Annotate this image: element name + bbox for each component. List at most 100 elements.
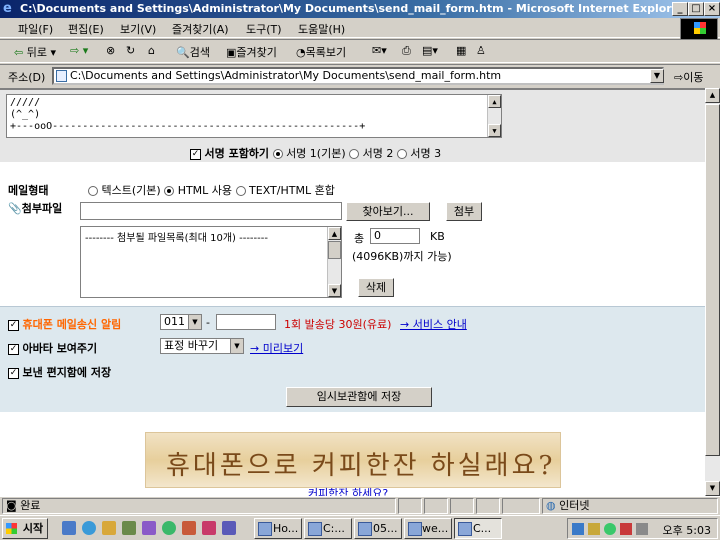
page-done-icon: ◙	[6, 499, 17, 512]
quicklaunch-paint-icon[interactable]	[182, 521, 196, 535]
menu-help[interactable]: 도움말(H)	[298, 21, 345, 37]
minimize-button[interactable]: _	[672, 2, 688, 16]
menu-favorites[interactable]: 즐겨찾기(A)	[172, 21, 229, 37]
tray-volume-icon[interactable]	[636, 523, 648, 535]
refresh-icon[interactable]: ↻	[126, 44, 135, 57]
tray-network-icon[interactable]	[572, 523, 584, 535]
back-arrow-icon: ⇦	[14, 46, 24, 59]
total-size-label: 총	[354, 232, 365, 245]
browse-button[interactable]: 찾아보기...	[346, 202, 430, 221]
total-size-field: 0	[370, 228, 420, 244]
go-button[interactable]: ⇨이동	[674, 69, 703, 85]
format-html-radio[interactable]	[164, 186, 175, 196]
tray-pen-icon[interactable]	[588, 523, 600, 535]
signature-scrollbar[interactable]: ▲ ▼	[487, 95, 501, 137]
include-signature-checkbox[interactable]: ✓	[190, 148, 201, 160]
close-button[interactable]: ×	[704, 2, 720, 16]
scroll-up-button[interactable]: ▲	[705, 88, 720, 103]
quicklaunch-ie-icon[interactable]	[82, 521, 96, 535]
banner-text: 휴대폰으로 커피한잔 하실래요?	[166, 451, 556, 481]
phone-prefix-select[interactable]: 011 ▼	[160, 314, 202, 330]
quicklaunch-media-icon[interactable]	[142, 521, 156, 535]
size-unit: KB	[430, 230, 445, 243]
stop-icon[interactable]: ⊗	[106, 44, 115, 57]
address-input[interactable]: C:\Documents and Settings\Administrator\…	[52, 67, 664, 85]
quicklaunch-desktop-icon[interactable]	[62, 521, 76, 535]
quicklaunch-tool-icon[interactable]	[202, 521, 216, 535]
phone-dash: -	[206, 316, 210, 329]
favorites-button[interactable]: ▣즐겨찾기	[226, 44, 277, 60]
page-icon	[56, 70, 67, 82]
search-button[interactable]: 🔍검색	[176, 44, 210, 60]
task-button-2[interactable]: C:...	[304, 518, 352, 539]
menu-tools[interactable]: 도구(T)	[246, 21, 282, 37]
tray-security-icon[interactable]	[620, 523, 632, 535]
taskbar: 시작 Ho... C:... 05... Powe... C... 오후 5:0…	[0, 515, 720, 540]
menu-edit[interactable]: 편집(E)	[68, 21, 104, 37]
delete-attachment-button[interactable]: 삭제	[358, 278, 394, 297]
task-button-5[interactable]: C...	[454, 518, 502, 539]
mail-icon[interactable]: ✉▾	[372, 44, 387, 57]
forward-button[interactable]: ⇨ ▾	[70, 44, 88, 57]
attach-button[interactable]: 첨부	[446, 202, 482, 221]
favorites-icon: ▣	[226, 46, 237, 59]
discuss-icon[interactable]: ▦	[456, 44, 466, 57]
system-tray: 오후 5:03	[567, 518, 718, 539]
service-info-link[interactable]: → 서비스 안내	[400, 316, 467, 332]
chevron-down-icon: ▼	[188, 315, 201, 329]
avatar-expression-select[interactable]: 표정 바꾸기 ▼	[160, 338, 244, 354]
paperclip-icon: 📎	[8, 202, 22, 215]
signature-2-radio[interactable]	[349, 149, 360, 159]
print-icon[interactable]: ⎙	[402, 44, 411, 58]
signature-preview-textarea[interactable]: ///// (^_^) +---ooO---------------------…	[6, 94, 502, 138]
save-sent-label: 보낸 편지함에 저장	[22, 366, 112, 379]
avatar-preview-link[interactable]: → 미리보기	[250, 340, 303, 356]
save-sent-checkbox[interactable]: ✓	[8, 367, 19, 379]
messenger-icon[interactable]: ♙	[476, 44, 486, 57]
format-mixed-radio[interactable]	[235, 186, 246, 196]
attachment-list[interactable]: -------- 첨부될 파일목록(최대 10개) -------- ▲ ▼	[80, 226, 342, 298]
attachment-label: 📎첨부파일	[8, 202, 63, 215]
quicklaunch-messenger-icon[interactable]	[162, 521, 176, 535]
address-dropdown-button[interactable]: ▼	[650, 69, 664, 83]
home-icon[interactable]: ⌂	[148, 44, 155, 57]
go-arrow-icon: ⇨	[674, 71, 684, 84]
menu-file[interactable]: 파일(F)	[18, 21, 53, 37]
save-sent-row: ✓ 보낸 편지함에 저장	[8, 364, 111, 380]
quicklaunch-explorer-icon[interactable]	[102, 521, 116, 535]
task-button-4[interactable]: Powe...	[404, 518, 452, 539]
page-scrollbar[interactable]: ▲ ▼	[705, 88, 720, 496]
signature-1-radio[interactable]	[272, 149, 283, 159]
history-icon: ◔	[296, 46, 306, 59]
page-content: ///// (^_^) +---ooO---------------------…	[0, 88, 705, 496]
task-button-1[interactable]: Ho...	[254, 518, 302, 539]
attachment-file-input[interactable]	[80, 202, 342, 220]
signature-options: ✓ 서명 포함하기 서명 1(기본) 서명 2 서명 3	[190, 147, 442, 160]
signature-3-radio[interactable]	[396, 149, 407, 159]
tray-messenger-icon[interactable]	[604, 523, 616, 535]
sms-alert-checkbox[interactable]: ✓	[8, 319, 19, 331]
banner-caption-link[interactable]: 커피한잔 하세요?	[308, 485, 388, 496]
back-button[interactable]: ⇦ 뒤로 ▾	[14, 44, 56, 60]
sms-fee-note: 1회 발송당 30원(유료)	[284, 318, 392, 331]
address-bar: 주소(D) C:\Documents and Settings\Administ…	[0, 64, 720, 86]
history-button[interactable]: ◔목록보기	[296, 44, 346, 60]
avatar-label: 아바타 보여주기	[22, 342, 98, 355]
start-button[interactable]: 시작	[2, 518, 48, 539]
avatar-checkbox[interactable]: ✓	[8, 343, 19, 355]
attachment-list-scrollbar[interactable]: ▲ ▼	[327, 227, 341, 297]
phone-number-input[interactable]	[216, 314, 276, 330]
scroll-down-button[interactable]: ▼	[705, 481, 720, 496]
edit-icon[interactable]: ▤▾	[422, 44, 438, 57]
save-draft-button[interactable]: 임시보관함에 저장	[286, 387, 432, 407]
clock: 오후 5:03	[662, 524, 711, 537]
coffee-banner[interactable]: 휴대폰으로 커피한잔 하실래요?	[145, 432, 561, 488]
task-button-3[interactable]: 05...	[354, 518, 402, 539]
scroll-thumb[interactable]	[705, 104, 720, 456]
quicklaunch-app-icon[interactable]	[122, 521, 136, 535]
format-text-radio[interactable]	[88, 186, 98, 196]
maximize-button[interactable]: □	[688, 2, 704, 16]
quicklaunch-extra-icon[interactable]	[222, 521, 236, 535]
menu-view[interactable]: 보기(V)	[120, 21, 156, 37]
mail-format-label: 메일형태	[8, 184, 49, 197]
